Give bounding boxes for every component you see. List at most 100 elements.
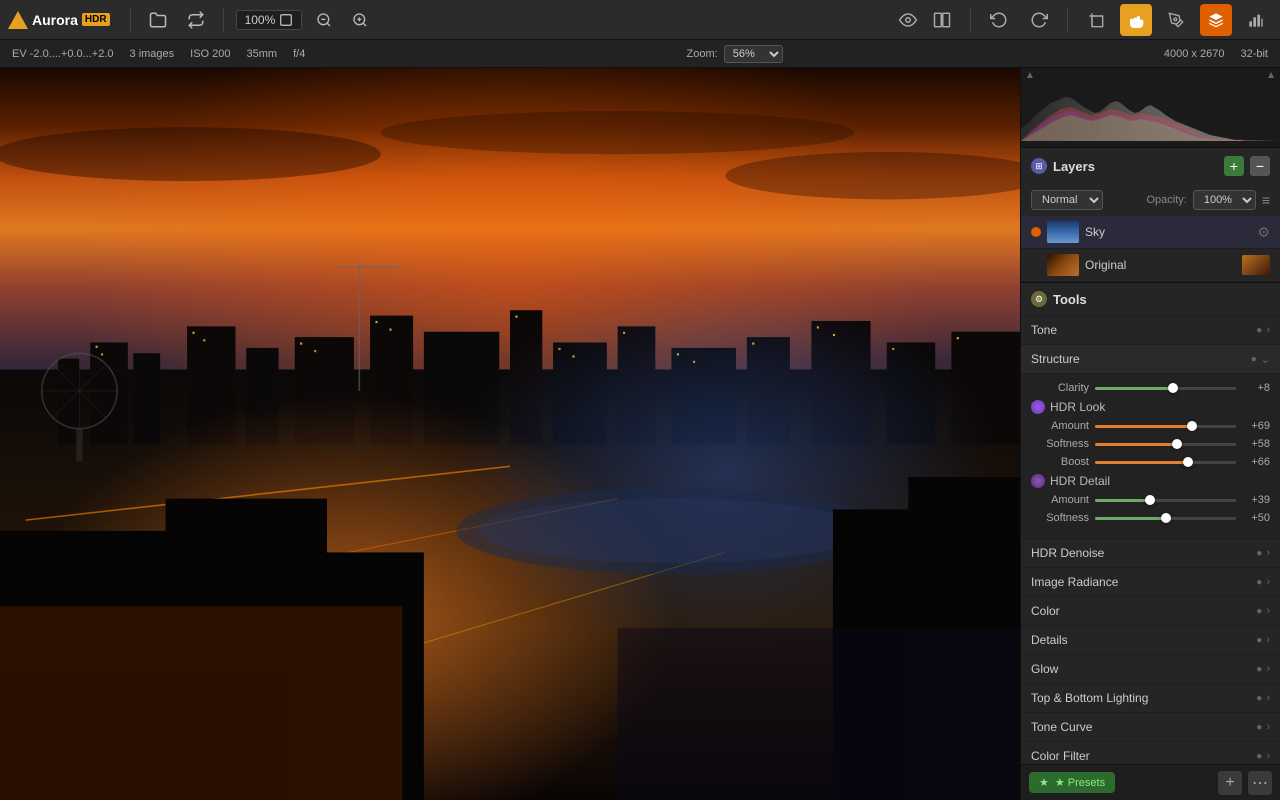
layer-thumb-original [1047,254,1079,276]
glow-label: Glow [1031,662,1256,676]
layers-title: Layers [1053,159,1218,174]
list-view-icon[interactable]: ≡ [1262,192,1270,208]
export-button[interactable] [181,7,211,33]
hdr-look-label: HDR Look [1050,400,1105,414]
tools-icon: ⚙ [1031,291,1047,307]
layers-header[interactable]: ⊞ Layers + − [1021,148,1280,184]
tone-chevron: › [1266,324,1270,336]
open-button[interactable] [143,7,173,33]
tone-curve-label: Tone Curve [1031,720,1256,734]
layers-tool[interactable] [1200,4,1232,36]
logo-triangle [8,11,28,29]
opacity-select[interactable]: 100% 75% 50% 25% [1193,190,1256,210]
hdr-detail-header: HDR Detail [1031,474,1270,488]
canvas-area[interactable] [0,68,1020,800]
zoom-label: Zoom: [687,48,718,60]
color-filter-chevron: › [1266,750,1270,762]
pan-tool[interactable] [1120,4,1152,36]
clarity-row: Clarity +8 [1031,382,1270,394]
layer-name-original: Original [1085,258,1236,272]
hdr-denoise-row[interactable]: HDR Denoise ● › [1021,538,1280,567]
tools-title: Tools [1053,292,1087,307]
zoom-out-button[interactable] [310,8,338,32]
detail-amount-value: +39 [1242,494,1270,506]
structure-chevron: ⌄ [1261,353,1270,366]
logo-hdr-badge: HDR [82,13,110,26]
brush-tool[interactable] [1160,4,1192,36]
tone-curve-row[interactable]: Tone Curve ● › [1021,712,1280,741]
clarity-handle[interactable] [1168,383,1178,393]
histogram-tool[interactable] [1240,4,1272,36]
details-dot: ● [1256,635,1262,646]
hdr-boost-track[interactable] [1095,461,1236,464]
layer-settings-icon[interactable]: ⚙ [1257,224,1270,241]
info-bar: EV -2.0....+0.0...+2.0 3 images ISO 200 … [0,40,1280,68]
glow-dot: ● [1256,664,1262,675]
layer-name-sky: Sky [1085,225,1251,239]
top-bottom-lighting-row[interactable]: Top & Bottom Lighting ● › [1021,683,1280,712]
photo-background [0,68,1020,800]
blend-mode-select[interactable]: Normal Multiply Screen Overlay [1031,190,1103,210]
tools-header[interactable]: ⚙ Tools [1021,283,1280,315]
focal-info: 35mm [247,48,278,60]
opacity-label: Opacity: [1146,194,1186,206]
detail-amount-track[interactable] [1095,499,1236,502]
glow-row[interactable]: Glow ● › [1021,654,1280,683]
image-radiance-chevron: › [1266,576,1270,588]
crop-tool[interactable] [1080,4,1112,36]
layer-original[interactable]: Original [1021,249,1280,282]
details-row[interactable]: Details ● › [1021,625,1280,654]
panel-scroll[interactable]: ⊞ Layers + − Normal Multiply Screen Over… [1021,148,1280,764]
layer-thumb-sky [1047,221,1079,243]
ev-info: EV -2.0....+0.0...+2.0 [12,48,114,60]
hdr-amount-handle[interactable] [1187,421,1197,431]
zoom-select[interactable]: 56% 100% 50% 25% Fit [724,45,783,63]
presets-options-button[interactable]: ⋯ [1248,771,1272,795]
clarity-fill [1095,387,1173,390]
right-panel: ▲ ▲ [1020,68,1280,800]
image-dimensions: 4000 x 2670 [1164,48,1225,60]
structure-row[interactable]: Structure ● ⌄ [1021,344,1280,373]
histogram: ▲ ▲ [1021,68,1280,148]
color-filter-row[interactable]: Color Filter ● › [1021,741,1280,764]
color-chevron: › [1266,605,1270,617]
detail-amount-label: Amount [1031,494,1089,506]
presets-button[interactable]: ★ ★ Presets [1029,772,1115,793]
image-radiance-row[interactable]: Image Radiance ● › [1021,567,1280,596]
structure-expanded: Clarity +8 HDR Look Amount [1021,373,1280,538]
city-svg [0,68,1020,800]
hdr-softness-track[interactable] [1095,443,1236,446]
tone-row[interactable]: Tone ● › [1021,315,1280,344]
detail-amount-row: Amount +39 [1031,494,1270,506]
layers-section: ⊞ Layers + − Normal Multiply Screen Over… [1021,148,1280,283]
clarity-track[interactable] [1095,387,1236,390]
hdr-look-header: HDR Look [1031,400,1270,414]
hdr-amount-track[interactable] [1095,425,1236,428]
top-bottom-chevron: › [1266,692,1270,704]
hdr-boost-label: Boost [1031,456,1089,468]
hdr-detail-label: HDR Detail [1050,474,1110,488]
hdr-amount-value: +69 [1242,420,1270,432]
undo-button[interactable] [983,4,1015,36]
hdr-detail-icon [1031,474,1045,488]
hdr-softness-label: Softness [1031,438,1089,450]
aperture-info: f/4 [293,48,305,60]
color-row[interactable]: Color ● › [1021,596,1280,625]
images-info: 3 images [130,48,175,60]
detail-softness-track[interactable] [1095,517,1236,520]
split-view-button[interactable] [926,4,958,36]
layers-minus-button[interactable]: − [1250,156,1270,176]
detail-amount-handle[interactable] [1145,495,1155,505]
preview-button[interactable] [892,4,924,36]
redo-button[interactable] [1023,4,1055,36]
toolbar-separator-3 [970,8,971,32]
structure-dot-icon: ● [1251,354,1257,365]
detail-softness-handle[interactable] [1161,513,1171,523]
hdr-softness-handle[interactable] [1172,439,1182,449]
hdr-boost-handle[interactable] [1183,457,1193,467]
zoom-in-button[interactable] [346,8,374,32]
presets-add-button[interactable]: + [1218,771,1242,795]
tone-dot-icon: ● [1256,325,1262,336]
layers-add-button[interactable]: + [1224,156,1244,176]
layer-sky[interactable]: Sky ⚙ [1021,216,1280,249]
